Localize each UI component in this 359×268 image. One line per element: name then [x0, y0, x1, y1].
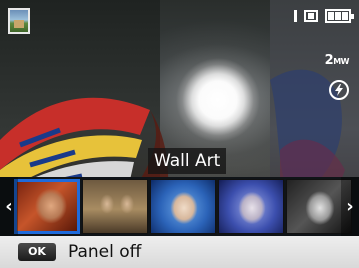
resolution-indicator: 2MW: [324, 53, 350, 68]
status-indicators: [294, 9, 354, 23]
footer-hint-bar: OK Panel off: [0, 236, 359, 268]
effect-name-label: Wall Art: [148, 148, 227, 174]
thumbnail-blue-vignette[interactable]: [150, 179, 216, 234]
thumbnail-vintage[interactable]: [82, 179, 148, 234]
ok-button[interactable]: OK: [18, 243, 56, 261]
level-indicator-icon: [294, 10, 297, 22]
effect-thumbnail-strip: ‹ ›: [0, 177, 359, 236]
chevron-left-icon[interactable]: ‹: [0, 177, 18, 236]
thumbnail-wall-art[interactable]: [14, 179, 80, 234]
thumbnail-purple-vignette[interactable]: [218, 179, 284, 234]
battery-full-icon: [325, 9, 354, 23]
scene-mode-icon: [8, 8, 30, 34]
thumbnail-list: [14, 179, 352, 234]
chevron-right-icon[interactable]: ›: [341, 177, 359, 236]
flash-auto-icon: [329, 80, 349, 100]
camera-screen: 2MW Wall Art ‹ › OK Panel off: [0, 0, 359, 268]
ok-action-label: Panel off: [68, 242, 142, 262]
memory-card-icon: [304, 10, 318, 22]
